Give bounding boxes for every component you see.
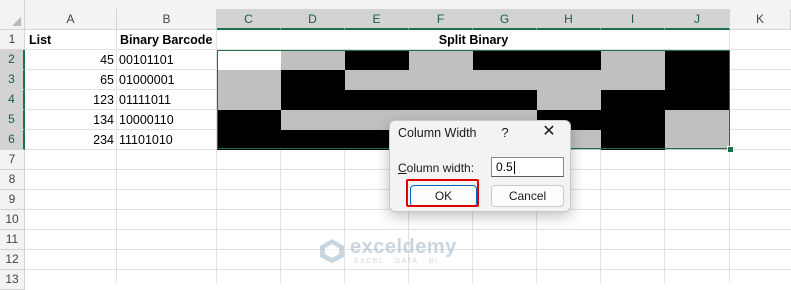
exceldemy-logo-icon — [320, 239, 344, 263]
row-header-3[interactable]: 3 — [0, 70, 25, 90]
row-header-7[interactable]: 7 — [0, 150, 25, 170]
row-header-4[interactable]: 4 — [0, 90, 25, 110]
column-header-k[interactable]: K — [730, 9, 791, 30]
row-header-10[interactable]: 10 — [0, 210, 25, 230]
barcode-value-cell[interactable]: 10000110 — [119, 110, 174, 130]
column-width-label-rest: olumn width: — [406, 161, 475, 175]
header-binary-barcode[interactable]: Binary Barcode — [120, 30, 212, 50]
barcode-value-cell[interactable]: 01111011 — [119, 90, 171, 110]
row-header-5[interactable]: 5 — [0, 110, 25, 130]
row-header-12[interactable]: 12 — [0, 250, 25, 270]
column-header-g[interactable]: G — [473, 9, 537, 30]
row-header-13[interactable]: 13 — [0, 270, 25, 290]
list-value-cell[interactable]: 134 — [25, 110, 114, 130]
row-header-6[interactable]: 6 — [0, 130, 25, 150]
watermark: exceldemy EXCEL · DATA · BI — [318, 236, 468, 270]
dialog-title: Column Width — [398, 126, 477, 140]
column-header-b[interactable]: B — [117, 9, 217, 30]
column-header-i[interactable]: I — [601, 9, 665, 30]
list-value-cell[interactable]: 65 — [25, 70, 114, 90]
watermark-name: exceldemy — [350, 236, 457, 258]
column-width-value: 0.5 — [496, 160, 513, 174]
gridline — [600, 150, 601, 283]
column-width-input[interactable]: 0.5 — [491, 157, 564, 177]
row-header-11[interactable]: 11 — [0, 230, 25, 250]
select-all-triangle-icon — [12, 17, 21, 26]
list-value-cell[interactable]: 45 — [25, 50, 114, 70]
column-width-label-accel: C — [398, 161, 407, 175]
gridline — [280, 150, 281, 283]
header-top-strip — [25, 0, 791, 9]
row-header-9[interactable]: 9 — [0, 190, 25, 210]
column-header-h[interactable]: H — [537, 9, 601, 30]
header-list[interactable]: List — [29, 30, 51, 50]
cancel-button[interactable]: Cancel — [491, 185, 564, 207]
list-value-cell[interactable]: 234 — [25, 130, 114, 150]
fill-handle[interactable] — [727, 146, 734, 153]
column-header-j[interactable]: J — [665, 9, 730, 30]
text-caret — [513, 161, 515, 175]
ok-button-highlight — [406, 179, 479, 207]
column-header-d[interactable]: D — [281, 9, 345, 30]
row-header-1[interactable]: 1 — [0, 30, 25, 50]
column-header-e[interactable]: E — [345, 9, 409, 30]
gridline — [664, 150, 665, 283]
column-header-f[interactable]: F — [409, 9, 473, 30]
watermark-tagline: EXCEL · DATA · BI — [354, 258, 439, 265]
header-split-binary[interactable]: Split Binary — [217, 30, 730, 50]
list-value-cell[interactable]: 123 — [25, 90, 114, 110]
help-icon[interactable]: ? — [498, 125, 512, 140]
close-icon[interactable]: ✕ — [540, 123, 558, 141]
column-header-c[interactable]: C — [217, 9, 281, 30]
select-all-corner[interactable] — [0, 0, 25, 30]
row-header-2[interactable]: 2 — [0, 50, 25, 70]
barcode-value-cell[interactable]: 11101010 — [119, 130, 173, 150]
barcode-value-cell[interactable]: 00101101 — [119, 50, 174, 70]
barcode-value-cell[interactable]: 01000001 — [119, 70, 175, 90]
column-header-a[interactable]: A — [25, 9, 117, 30]
gridline — [116, 30, 117, 283]
column-width-label: Column width: — [398, 161, 474, 175]
row-header-8[interactable]: 8 — [0, 170, 25, 190]
